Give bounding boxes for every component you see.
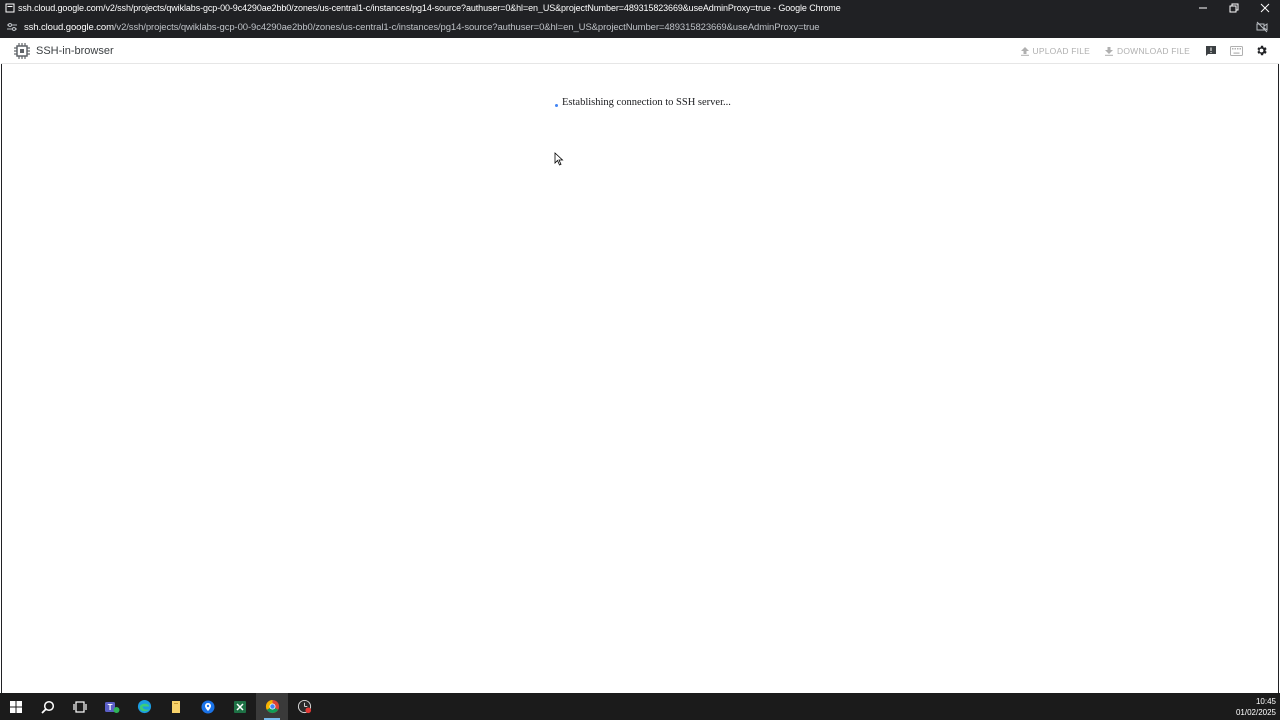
search-icon[interactable] [32,693,64,720]
connection-status-text: Establishing connection to SSH server... [562,97,731,108]
app-icon[interactable] [288,693,320,720]
minimize-button[interactable] [1187,0,1218,16]
url-text[interactable]: ssh.cloud.google.com/v2/ssh/projects/qwi… [24,22,1254,33]
ssh-header: SSH-in-browser UPLOAD FILE DOWNLOAD FILE [1,38,1279,64]
terminal-area[interactable]: Establishing connection to SSH server... [1,64,1279,693]
page-favicon-icon [4,2,16,14]
svg-text:T: T [108,703,113,712]
start-icon[interactable] [0,693,32,720]
taskbar: T 10:45 01/02/2025 [0,693,1280,720]
file-explorer-icon[interactable] [160,693,192,720]
excel-icon[interactable] [224,693,256,720]
connection-status: Establishing connection to SSH server... [555,97,731,108]
url-host: ssh.cloud.google.com [24,21,114,33]
chrome-icon[interactable] [256,693,288,720]
download-icon [1105,46,1114,56]
site-info-icon[interactable] [4,19,20,35]
feedback-icon[interactable] [1204,44,1218,58]
download-file-label: DOWNLOAD FILE [1117,45,1190,56]
keyboard-icon[interactable] [1229,44,1243,58]
loading-indicator-icon [555,104,558,107]
clock-time: 10:45 [1255,696,1276,706]
chip-icon [12,41,32,61]
window-title: ssh.cloud.google.com/v2/ssh/projects/qwi… [18,3,841,13]
url-path: /v2/ssh/projects/qwiklabs-gcp-00-9c4290a… [113,21,820,33]
maps-icon[interactable] [192,693,224,720]
window-title-bar: ssh.cloud.google.com/v2/ssh/projects/qwi… [0,0,1280,16]
upload-file-label: UPLOAD FILE [1032,45,1091,56]
system-clock[interactable]: 10:45 01/02/2025 [1236,696,1276,718]
camera-blocked-icon[interactable] [1254,19,1270,35]
edge-icon[interactable] [128,693,160,720]
upload-file-button[interactable]: UPLOAD FILE [1020,46,1090,56]
address-bar[interactable]: ssh.cloud.google.com/v2/ssh/projects/qwi… [0,16,1280,38]
download-file-button[interactable]: DOWNLOAD FILE [1104,46,1190,56]
teams-icon[interactable]: T [96,693,128,720]
app-title: SSH-in-browser [36,44,114,57]
restore-button[interactable] [1218,0,1249,16]
mouse-cursor-icon [554,152,564,166]
settings-gear-icon[interactable] [1254,44,1268,58]
clock-date: 01/02/2025 [1235,707,1276,717]
upload-icon [1020,46,1029,56]
close-button[interactable] [1249,0,1280,16]
task-view-icon[interactable] [64,693,96,720]
